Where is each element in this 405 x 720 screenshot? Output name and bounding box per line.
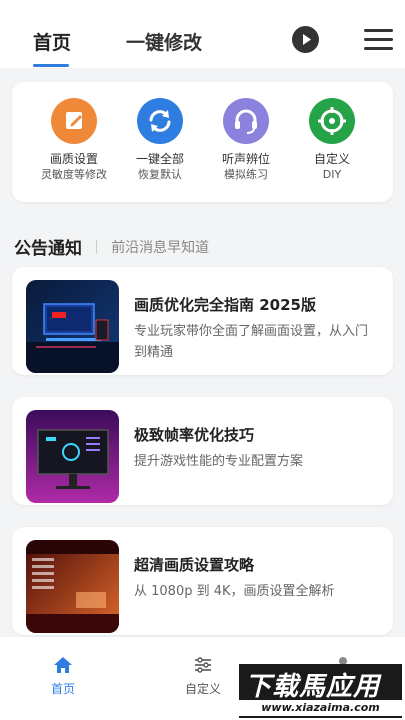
edit-icon — [51, 98, 97, 144]
menu-button[interactable] — [364, 27, 394, 53]
news-thumbnail — [26, 280, 119, 373]
quick-action-quality-settings[interactable]: 画质设置 灵敏度等修改 — [29, 98, 119, 183]
news-description: 专业玩家带你全面了解画面设置，从入门到精通 — [134, 324, 369, 360]
quick-action-title: 自定义 — [313, 152, 350, 166]
tab-home[interactable]: 首页 — [33, 28, 71, 55]
news-title: 极致帧率优化技巧 — [134, 426, 255, 444]
quick-action-title: 听声辨位 — [221, 152, 270, 166]
news-title: 超清画质设置攻略 — [134, 556, 255, 574]
quick-action-reset-all[interactable]: 一键全部 恢复默认 — [115, 98, 205, 183]
play-icon — [303, 34, 311, 45]
nav-custom[interactable]: 自定义 — [173, 655, 233, 697]
quick-action-subtitle: 灵敏度等修改 — [41, 168, 107, 181]
news-card[interactable]: 超清画质设置攻略 从 1080p 到 4K，画质设置全解析 — [12, 527, 393, 635]
headset-icon — [223, 98, 269, 144]
home-icon — [54, 657, 72, 673]
news-card[interactable]: 极致帧率优化技巧 提升游戏性能的专业配置方案 — [12, 397, 393, 505]
announcements-header: 公告通知 前沿消息早知道 — [14, 234, 210, 259]
section-subtitle: 前沿消息早知道 — [111, 239, 210, 256]
news-thumbnail — [26, 540, 119, 633]
quick-action-subtitle: 模拟练习 — [224, 168, 268, 181]
news-description: 从 1080p 到 4K，画质设置全解析 — [134, 584, 335, 599]
nav-label: 自定义 — [184, 682, 221, 696]
active-tab-indicator — [33, 64, 69, 67]
nav-label: 首页 — [50, 682, 75, 696]
quick-action-custom-diy[interactable]: 自定义 DIY — [287, 98, 377, 183]
quick-action-subtitle: DIY — [322, 168, 342, 181]
quick-action-subtitle: 恢复默认 — [138, 168, 182, 181]
quick-action-title: 画质设置 — [49, 152, 98, 166]
divider — [96, 239, 98, 254]
news-thumbnail — [26, 410, 119, 503]
play-button[interactable] — [292, 26, 319, 53]
news-description: 提升游戏性能的专业配置方案 — [134, 454, 304, 469]
news-title: 画质优化完全指南 2025版 — [134, 296, 316, 314]
nav-home[interactable]: 首页 — [33, 655, 93, 697]
news-card[interactable]: 画质优化完全指南 2025版 专业玩家带你全面了解画面设置，从入门到精通 — [12, 267, 393, 375]
refresh-icon — [137, 98, 183, 144]
watermark-text: 下载馬应用 — [245, 672, 381, 702]
section-title: 公告通知 — [14, 239, 82, 259]
tab-one-click-modify[interactable]: 一键修改 — [126, 28, 202, 55]
crosshair-icon — [309, 98, 355, 144]
sliders-icon — [195, 657, 211, 673]
watermark-logo: 下载馬应用 www.xiazaima.com — [239, 664, 402, 718]
menu-icon — [364, 29, 393, 32]
quick-actions-card: 画质设置 灵敏度等修改 一键全部 恢复默认 听声辨位 模拟练习 自定义 DIY — [12, 82, 393, 202]
quick-action-title: 一键全部 — [135, 152, 184, 166]
top-bar: 首页 一键修改 — [0, 0, 405, 68]
quick-action-sound-locate[interactable]: 听声辨位 模拟练习 — [201, 98, 291, 183]
watermark-url: www.xiazaima.com — [239, 700, 402, 716]
